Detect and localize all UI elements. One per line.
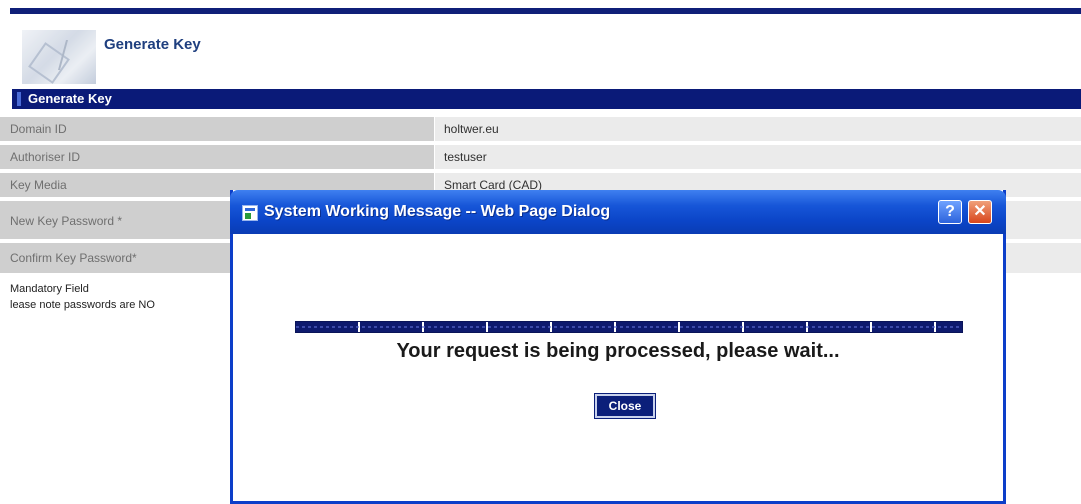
section-title: Generate Key xyxy=(28,91,112,106)
processing-dialog: System Working Message -- Web Page Dialo… xyxy=(230,190,1006,504)
password-note: lease note passwords are NO xyxy=(10,299,155,311)
mandatory-note: Mandatory Field xyxy=(10,283,89,295)
page-title: Generate Key xyxy=(104,36,201,53)
form-row-domain-id: Domain ID holtwer.eu xyxy=(0,117,1081,141)
form-label: Authoriser ID xyxy=(0,145,434,169)
form-value-text: testuser xyxy=(444,150,487,164)
dialog-title: System Working Message -- Web Page Dialo… xyxy=(264,203,611,220)
status-message: Your request is being processed, please … xyxy=(396,340,840,362)
form-value: holtwer.eu xyxy=(435,117,1081,141)
form-label: Domain ID xyxy=(0,117,434,141)
section-header: Generate Key xyxy=(12,89,1081,109)
form-row-authoriser-id: Authoriser ID testuser xyxy=(0,145,1081,169)
header-logo xyxy=(22,30,96,84)
top-border xyxy=(10,8,1081,14)
progress-bar xyxy=(295,321,963,333)
dialog-close-icon[interactable]: ✕ xyxy=(968,200,992,224)
section-marker xyxy=(17,92,21,106)
close-button[interactable]: Close xyxy=(594,393,656,419)
form-label-text: Authoriser ID xyxy=(10,150,81,164)
form-label-text: Domain ID xyxy=(10,122,67,136)
form-value-text: holtwer.eu xyxy=(444,122,499,136)
form-label-text: Confirm Key Password* xyxy=(10,251,137,265)
dialog-titlebar[interactable]: System Working Message -- Web Page Dialo… xyxy=(230,190,1006,234)
form-value: testuser xyxy=(435,145,1081,169)
help-button[interactable]: ? xyxy=(938,200,962,224)
form-label-text: New Key Password * xyxy=(10,214,123,228)
dialog-window-icon xyxy=(242,205,258,221)
form-label-text: Key Media xyxy=(10,178,67,192)
